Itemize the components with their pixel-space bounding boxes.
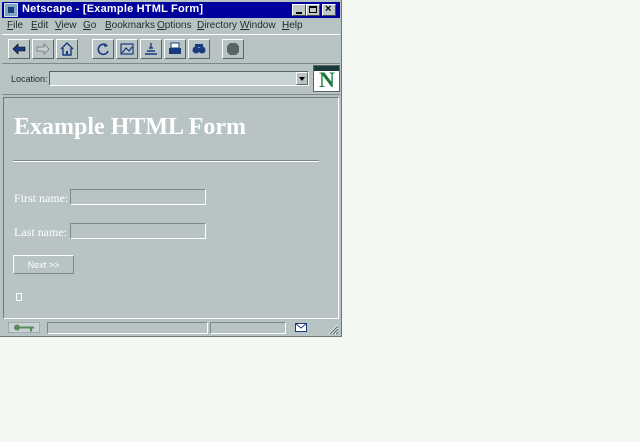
page-heading: Example HTML Form <box>14 114 246 140</box>
location-bar: Location: N <box>2 65 340 95</box>
menu-help[interactable]: Help <box>282 20 303 31</box>
back-icon <box>12 43 26 55</box>
minimize-button[interactable] <box>292 4 306 16</box>
menu-file[interactable]: File <box>7 20 23 31</box>
last-name-label: Last name: <box>14 225 67 239</box>
next-button[interactable]: Next >> <box>13 255 74 274</box>
print-button[interactable] <box>164 39 186 59</box>
reload-icon <box>97 43 109 56</box>
window-title: Netscape - [Example HTML Form] <box>22 3 204 15</box>
images-icon <box>120 43 134 55</box>
menu-bar: File Edit View Go Bookmarks Options Dire… <box>2 19 340 33</box>
browser-window: Netscape - [Example HTML Form] × File Ed… <box>0 0 342 337</box>
close-button[interactable]: × <box>322 3 336 16</box>
menu-options[interactable]: Options <box>157 20 191 31</box>
forward-icon <box>36 43 50 55</box>
horizontal-rule <box>13 160 319 162</box>
page-content: Example HTML Form First name: Last name:… <box>3 97 339 319</box>
netscape-app-icon[interactable] <box>4 3 18 17</box>
menu-view[interactable]: View <box>55 20 77 31</box>
menu-go[interactable]: Go <box>83 20 96 31</box>
mail-icon[interactable] <box>295 323 307 332</box>
reload-button[interactable] <box>92 39 114 59</box>
menu-edit[interactable]: Edit <box>31 20 48 31</box>
location-dropdown-button[interactable] <box>296 72 308 85</box>
images-button[interactable] <box>116 39 138 59</box>
resize-grip-icon[interactable] <box>328 324 339 335</box>
menu-window[interactable]: Window <box>240 20 276 31</box>
location-label: Location: <box>11 74 48 84</box>
print-icon <box>169 42 181 54</box>
home-button[interactable] <box>56 39 78 59</box>
close-icon: × <box>325 3 332 15</box>
last-name-input[interactable] <box>70 223 206 239</box>
back-button[interactable] <box>8 39 30 59</box>
maximize-button[interactable] <box>306 4 320 16</box>
status-bar <box>2 320 340 336</box>
stop-icon <box>227 43 239 55</box>
security-key-icon[interactable] <box>8 322 40 333</box>
home-icon <box>60 42 74 56</box>
status-message-field <box>47 322 208 334</box>
find-icon <box>192 44 206 54</box>
minimize-icon <box>296 12 302 14</box>
small-square-marker <box>16 293 22 301</box>
open-icon <box>145 43 157 55</box>
find-button[interactable] <box>188 39 210 59</box>
stop-button[interactable] <box>222 39 244 59</box>
logo-n-icon: N <box>319 67 335 92</box>
menu-bookmarks[interactable]: Bookmarks <box>105 20 155 31</box>
first-name-label: First name: <box>14 191 69 205</box>
maximize-icon <box>309 6 317 13</box>
toolbar <box>2 34 340 64</box>
title-bar[interactable]: Netscape - [Example HTML Form] × <box>2 2 340 18</box>
open-button[interactable] <box>140 39 162 59</box>
progress-field <box>210 322 286 334</box>
first-name-input[interactable] <box>70 189 206 205</box>
netscape-logo[interactable]: N <box>313 65 340 92</box>
location-input[interactable] <box>49 71 309 86</box>
forward-button[interactable] <box>32 39 54 59</box>
menu-directory[interactable]: Directory <box>197 20 237 31</box>
